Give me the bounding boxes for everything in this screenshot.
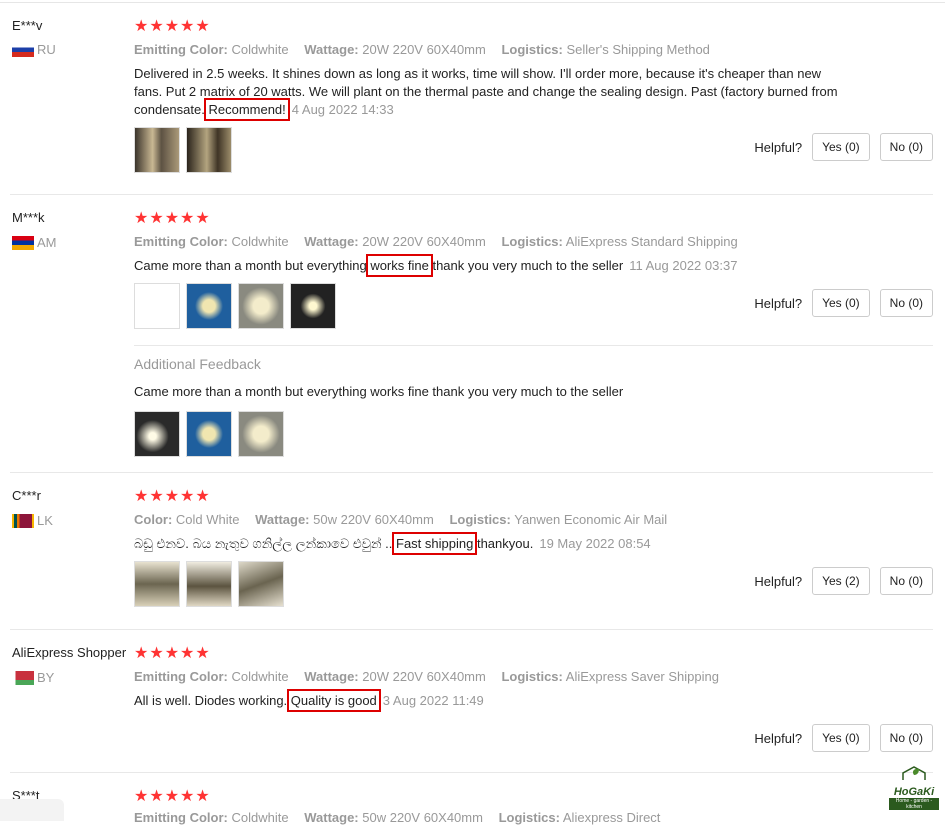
review-photos [134, 283, 336, 329]
reviewer-country: BY [12, 670, 54, 685]
reviewer-country: AM [12, 235, 57, 250]
helpful-no-button[interactable]: No (0) [879, 724, 933, 752]
additional-feedback-title: Additional Feedback [134, 356, 261, 372]
review-item: M***k AM ★★★★★ Emitting Color: Coldwhite… [10, 194, 933, 473]
review-photo[interactable] [134, 411, 180, 457]
top-divider [0, 2, 945, 3]
helpful-vote: Helpful? Yes (0) No (0) [754, 724, 933, 752]
review-photo[interactable] [238, 411, 284, 457]
review-photo-broken[interactable] [134, 283, 180, 329]
review-photo[interactable] [186, 127, 232, 173]
flag-lk-icon [12, 513, 34, 528]
review-photos [134, 561, 284, 607]
house-leaf-icon [902, 766, 926, 780]
review-photo[interactable] [186, 283, 232, 329]
review-date: 4 Aug 2022 14:33 [291, 102, 394, 117]
review-text: Came more than a month but everything wo… [134, 254, 738, 277]
helpful-yes-button[interactable]: Yes (0) [812, 133, 870, 161]
reviewer-name: E***v [12, 18, 43, 33]
highlight-box: Fast shipping [391, 532, 478, 555]
review-photo[interactable] [238, 561, 284, 607]
review-meta: Color: Cold White Wattage: 50w 220V 60X4… [134, 512, 668, 527]
star-rating: ★★★★★ [134, 210, 211, 227]
helpful-no-button[interactable]: No (0) [879, 289, 933, 317]
helpful-yes-button[interactable]: Yes (2) [812, 567, 870, 595]
additional-feedback-text: Came more than a month but everything wo… [134, 384, 624, 399]
star-rating: ★★★★★ [134, 788, 211, 805]
highlight-box: works fine [366, 254, 433, 277]
review-item: S***t ★★★★★ Emitting Color: Coldwhite Wa… [10, 772, 933, 832]
reviewer-country: RU [12, 42, 56, 57]
additional-photos [134, 411, 933, 457]
reviewer-name: C***r [12, 488, 41, 503]
review-text: බඩු එනව. බය නැතුව ගනිල්ල ලන්කාවෙ එවුන් .… [134, 532, 651, 555]
review-text: Delivered in 2.5 weeks. It shines down a… [134, 66, 838, 121]
highlight-box: Quality is good [286, 689, 381, 712]
review-meta: Emitting Color: Coldwhite Wattage: 20W 2… [134, 669, 719, 684]
review-photo[interactable] [290, 283, 336, 329]
helpful-yes-button[interactable]: Yes (0) [812, 724, 870, 752]
review-photo[interactable] [186, 561, 232, 607]
review-photo[interactable] [186, 411, 232, 457]
flag-ru-icon [12, 42, 34, 57]
helpful-vote: Helpful? Yes (0) No (0) [754, 289, 933, 317]
review-text: All is well. Diodes working. Quality is … [134, 689, 484, 712]
star-rating: ★★★★★ [134, 645, 211, 662]
chat-tab[interactable] [0, 799, 64, 821]
flag-am-icon [12, 235, 34, 250]
review-photos [134, 127, 232, 173]
highlight-box: Recommend! [204, 98, 290, 121]
review-photo[interactable] [134, 127, 180, 173]
helpful-yes-button[interactable]: Yes (0) [812, 289, 870, 317]
additional-feedback: Additional Feedback Came more than a mon… [134, 345, 933, 457]
review-photo[interactable] [238, 283, 284, 329]
review-meta: Emitting Color: Coldwhite Wattage: 20W 2… [134, 234, 738, 249]
reviewer-country: LK [12, 513, 53, 528]
review-date: 11 Aug 2022 03:37 [629, 258, 738, 273]
review-item: AliExpress Shopper BY ★★★★★ Emitting Col… [10, 629, 933, 773]
reviewer-name: M***k [12, 210, 45, 225]
review-date: 19 May 2022 08:54 [539, 536, 651, 551]
review-item: E***v RU ★★★★★ Emitting Color: Coldwhite… [10, 10, 933, 195]
star-rating: ★★★★★ [134, 488, 211, 505]
watermark-logo: HoGaKi Home - garden - kitchen [889, 765, 939, 810]
reviewer-name: AliExpress Shopper [12, 645, 127, 660]
review-date: 3 Aug 2022 11:49 [382, 693, 484, 708]
review-meta: Emitting Color: Coldwhite Wattage: 50w 2… [134, 810, 661, 825]
review-item: C***r LK ★★★★★ Color: Cold White Wattage… [10, 472, 933, 630]
helpful-no-button[interactable]: No (0) [879, 567, 933, 595]
flag-by-icon [12, 670, 34, 685]
helpful-vote: Helpful? Yes (2) No (0) [754, 567, 933, 595]
helpful-no-button[interactable]: No (0) [879, 133, 933, 161]
star-rating: ★★★★★ [134, 18, 211, 35]
review-meta: Emitting Color: Coldwhite Wattage: 20W 2… [134, 42, 710, 57]
review-photo[interactable] [134, 561, 180, 607]
helpful-vote: Helpful? Yes (0) No (0) [754, 133, 933, 161]
